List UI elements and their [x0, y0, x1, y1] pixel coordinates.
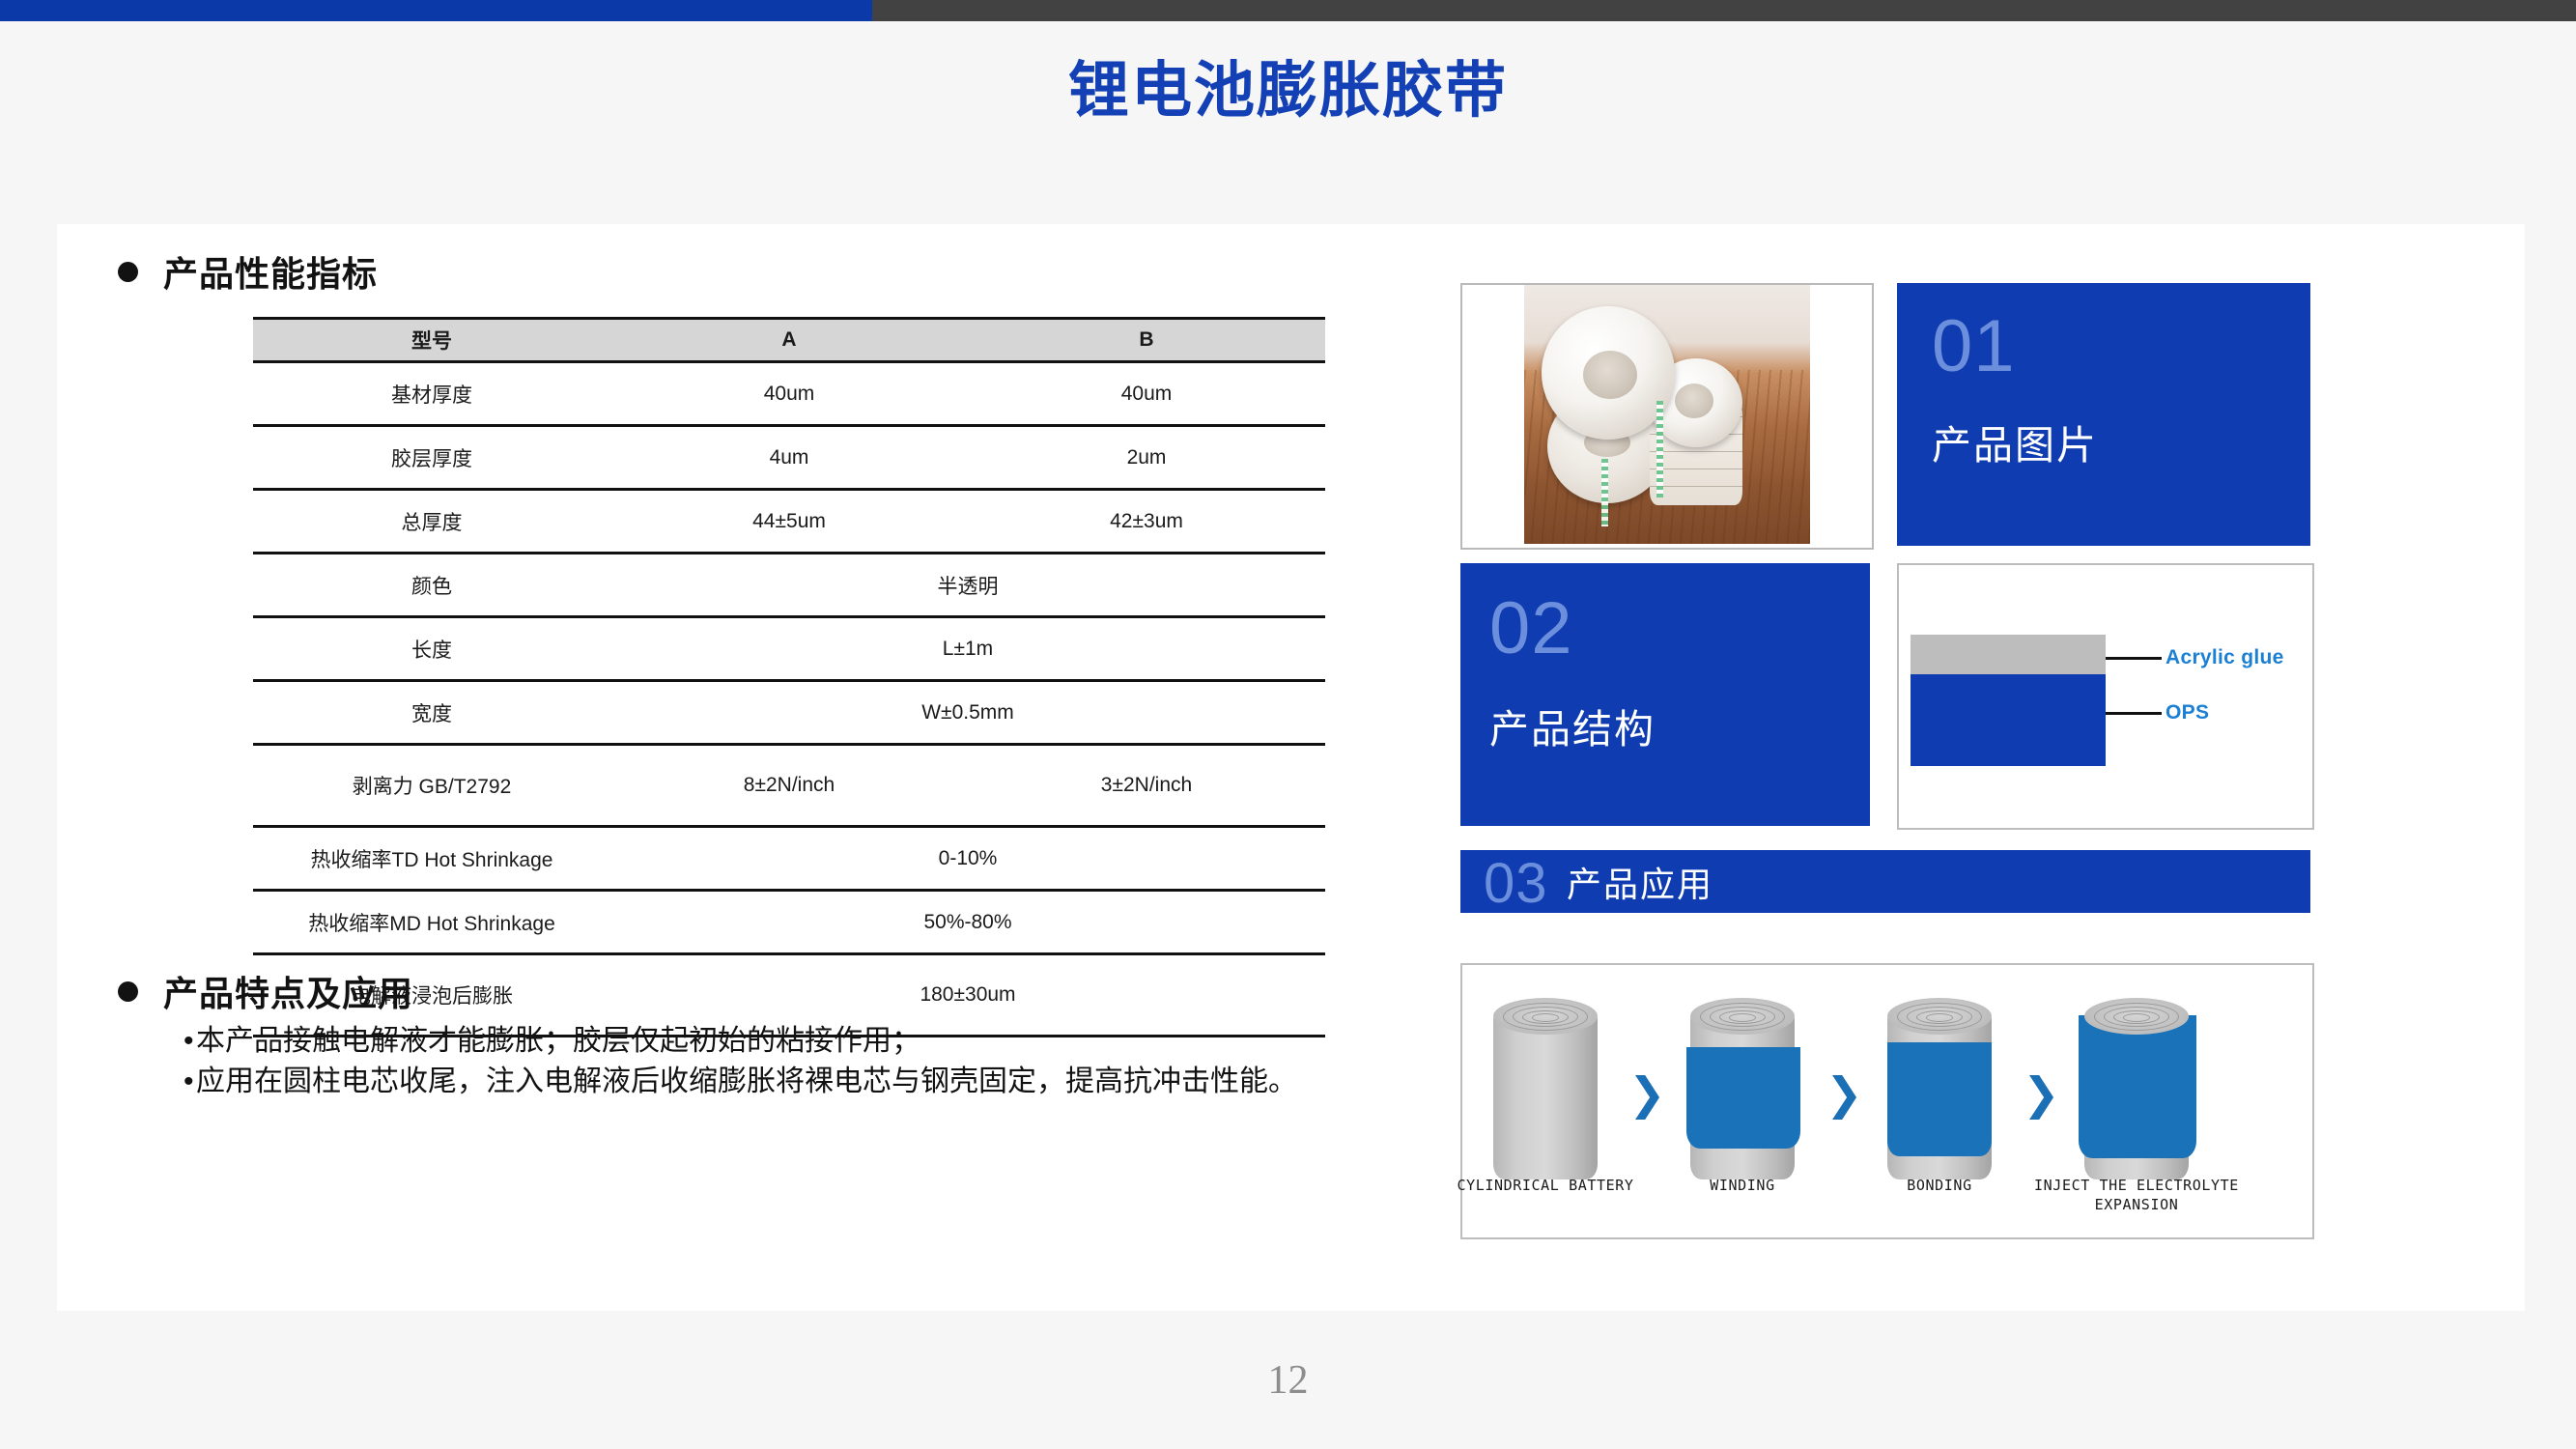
table-row: 长度 L±1m	[253, 616, 1325, 682]
panel-product-structure: 02 产品结构	[1460, 563, 1870, 826]
green-tape-strip	[1601, 459, 1608, 526]
topbar-dark-segment	[872, 0, 2576, 21]
cell-name: 长度	[253, 616, 610, 682]
panel-number-02: 02	[1489, 587, 1573, 669]
feature-text: 应用在圆柱电芯收尾，注入电解液后收缩膨胀将裸电芯与钢壳固定，提高抗冲击性能。	[196, 1065, 1297, 1097]
panel-number-03: 03	[1484, 852, 1548, 915]
section-heading-features: 产品特点及应用	[118, 966, 413, 1016]
table-row: 热收缩率MD Hot Shrinkage 50%-80%	[253, 890, 1325, 955]
cell-value-merged: W±0.5mm	[610, 680, 1325, 746]
table-header-row: 型号 A B	[253, 317, 1325, 363]
bullet-dot-icon	[118, 261, 138, 282]
cell-value-merged: 0-10%	[610, 826, 1325, 892]
bullet-point-icon: •	[184, 1065, 194, 1097]
cell-a: 40um	[610, 361, 968, 427]
table-row: 总厚度 44±5um 42±3um	[253, 489, 1325, 554]
tape-roll-icon	[1542, 306, 1675, 440]
panel-product-application-header: 03 产品应用	[1460, 850, 2310, 913]
topbar-blue-segment	[0, 0, 872, 21]
cell-value-merged: 半透明	[610, 553, 1325, 618]
cell-name: 基材厚度	[253, 361, 610, 427]
cell-name: 剥离力 GB/T2792	[253, 744, 610, 828]
layer-acrylic-glue	[1911, 635, 2106, 674]
battery-top-coil-icon	[1493, 998, 1598, 1035]
page-number: 12	[1267, 1358, 1309, 1403]
panel-number-01: 01	[1932, 305, 2016, 387]
cell-name: 胶层厚度	[253, 425, 610, 491]
page-title: 锂电池膨胀胶带	[1068, 57, 1508, 125]
cell-value-merged: L±1m	[610, 616, 1325, 682]
cell-name: 颜色	[253, 553, 610, 618]
list-item: • 本产品接触电解液才能膨胀；胶层仅起初始的粘接作用；	[184, 1022, 1333, 1061]
bullet-point-icon: •	[184, 1025, 194, 1057]
cell-a: 4um	[610, 425, 968, 491]
application-diagram-frame: CYLINDRICAL BATTERY ❯ WINDING ❯ BONDING …	[1458, 963, 2314, 1239]
cell-name: 总厚度	[253, 489, 610, 554]
feature-list: • 本产品接触电解液才能膨胀；胶层仅起初始的粘接作用； • 应用在圆柱电芯收尾，…	[184, 1022, 1333, 1102]
layer-ops	[1911, 674, 2106, 766]
cell-b: 3±2N/inch	[968, 744, 1325, 828]
cell-name: 宽度	[253, 680, 610, 746]
battery-top-coil-icon	[2084, 998, 2189, 1035]
tape-roll-hole	[1675, 384, 1713, 418]
label-acrylic-glue: Acrylic glue	[2166, 646, 2284, 668]
tape-roll-hole	[1583, 351, 1637, 399]
product-photo-frame	[1460, 283, 1874, 550]
cell-a: 8±2N/inch	[610, 744, 968, 828]
section-heading-performance: 产品性能指标	[118, 246, 378, 297]
bullet-dot-icon	[118, 980, 138, 1002]
battery-caption-1: CYLINDRICAL BATTERY	[1457, 1177, 1634, 1194]
cell-b: 2um	[968, 425, 1325, 491]
table-row: 基材厚度 40um 40um	[253, 361, 1325, 427]
panel-product-picture: 01 产品图片	[1897, 283, 2310, 546]
cell-b: 42±3um	[968, 489, 1325, 554]
label-ops: OPS	[2166, 701, 2210, 724]
table-header-a: A	[610, 317, 968, 363]
table-row: 剥离力 GB/T2792 8±2N/inch 3±2N/inch	[253, 744, 1325, 828]
section-heading-features-label: 产品特点及应用	[163, 974, 414, 1013]
table-header-b: B	[968, 317, 1325, 363]
chevron-right-icon: ❯	[2023, 1068, 2060, 1119]
cell-value-merged: 50%-80%	[610, 890, 1325, 955]
green-tape-strip	[1656, 401, 1663, 497]
stack-line	[1650, 451, 1742, 452]
chevron-right-icon: ❯	[1628, 1068, 1666, 1119]
feature-text: 本产品接触电解液才能膨胀；胶层仅起初始的粘接作用；	[196, 1025, 920, 1057]
section-heading-performance-label: 产品性能指标	[163, 254, 379, 294]
tape-wrap-overlay	[1887, 1042, 1992, 1156]
table-header-model: 型号	[253, 317, 610, 363]
cell-name: 热收缩率MD Hot Shrinkage	[253, 890, 610, 955]
battery-caption-2: WINDING	[1710, 1177, 1775, 1194]
cell-name: 热收缩率TD Hot Shrinkage	[253, 826, 610, 892]
chevron-right-icon: ❯	[1826, 1068, 1863, 1119]
spec-table: 型号 A B 基材厚度 40um 40um 胶层厚度 4um 2um 总厚度 4…	[253, 317, 1325, 1037]
panel-label-product-application: 产品应用	[1567, 865, 1714, 904]
cell-b: 40um	[968, 361, 1325, 427]
panel-label-product-picture: 产品图片	[1932, 423, 2098, 468]
tape-wrap-overlay	[1686, 1047, 1800, 1149]
leader-line-glue	[2106, 657, 2162, 660]
battery-caption-4: INJECT THE ELECTROLYTE EXPANSION	[2034, 1177, 2239, 1214]
battery-top-coil-icon	[1887, 998, 1992, 1035]
product-photo-image	[1524, 285, 1810, 544]
panel-label-product-structure: 产品结构	[1489, 707, 1656, 752]
battery-top-coil-icon	[1690, 998, 1795, 1035]
cell-a: 44±5um	[610, 489, 968, 554]
table-row: 胶层厚度 4um 2um	[253, 425, 1325, 491]
list-item: • 应用在圆柱电芯收尾，注入电解液后收缩膨胀将裸电芯与钢壳固定，提高抗冲击性能。	[184, 1063, 1333, 1101]
table-row: 热收缩率TD Hot Shrinkage 0-10%	[253, 826, 1325, 892]
table-row: 颜色 半透明	[253, 553, 1325, 618]
structure-diagram-frame: Acrylic glue OPS	[1897, 563, 2314, 830]
battery-body	[1493, 1015, 1598, 1179]
leader-line-ops	[2106, 712, 2162, 715]
table-row: 宽度 W±0.5mm	[253, 680, 1325, 746]
battery-caption-3: BONDING	[1907, 1177, 1972, 1194]
stack-line	[1650, 486, 1742, 487]
tape-wrap-overlay	[2079, 1015, 2196, 1158]
